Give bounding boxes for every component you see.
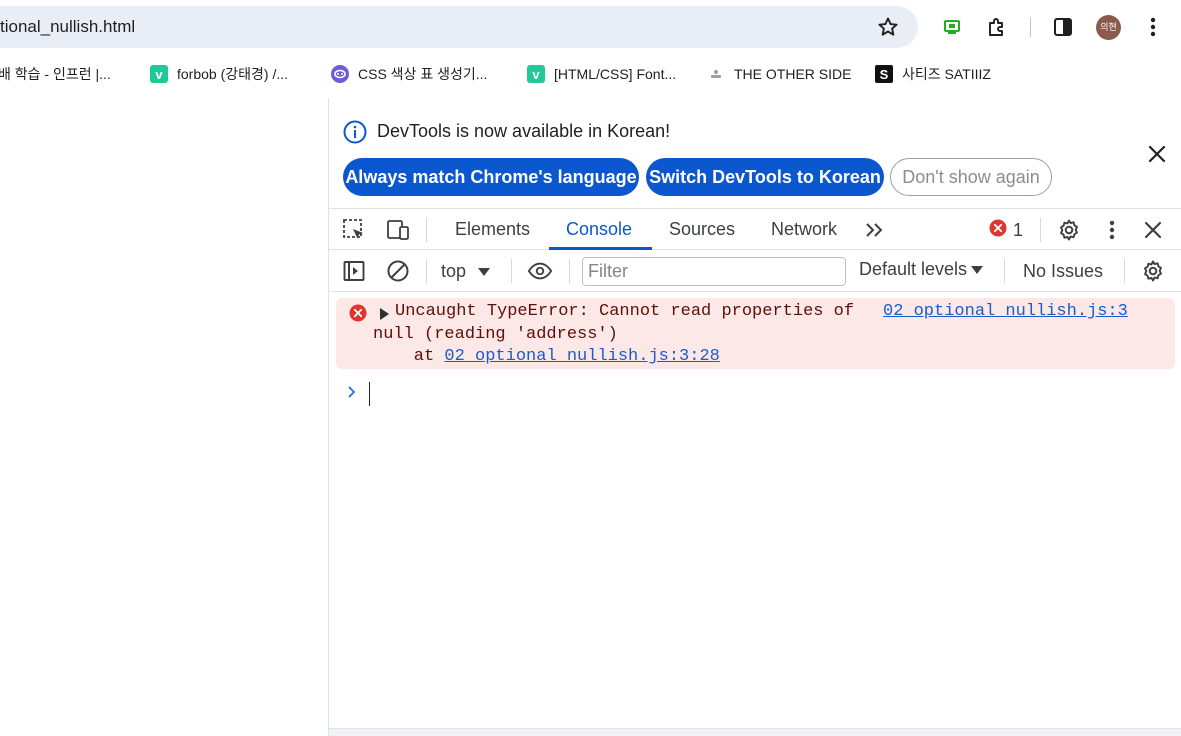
error-count: 1 bbox=[1013, 219, 1024, 240]
error-text: Uncaught TypeError: Cannot read properti… bbox=[373, 301, 854, 369]
more-tabs-icon[interactable] bbox=[862, 217, 888, 243]
tab-separator bbox=[1040, 218, 1041, 242]
device-toolbar-icon[interactable] bbox=[385, 217, 411, 243]
close-infobar-icon[interactable] bbox=[1145, 142, 1169, 166]
language-infobar: DevTools is now available in Korean! Alw… bbox=[329, 98, 1181, 208]
dropdown-arrow-icon bbox=[478, 261, 491, 282]
devtools-tab-bar: Elements Console Sources Network 1 bbox=[329, 208, 1181, 250]
bookmark-item[interactable]: v [HTML/CSS] Font... bbox=[527, 58, 676, 90]
more-options-icon[interactable] bbox=[1099, 217, 1125, 243]
profile-avatar[interactable]: 의현 bbox=[1096, 15, 1121, 40]
log-levels-dropdown[interactable]: Default levels bbox=[859, 259, 984, 280]
bookmark-item[interactable]: THE OTHER SIDE bbox=[707, 58, 851, 90]
velog-favicon: v bbox=[527, 65, 545, 83]
console-toolbar: top Default levels No Issues bbox=[329, 250, 1181, 292]
clear-console-icon[interactable] bbox=[385, 258, 411, 284]
prompt-chevron-icon bbox=[347, 385, 357, 404]
error-counter[interactable]: 1 bbox=[989, 219, 1023, 241]
bookmark-item[interactable]: 배 학습 - 인프런 |... bbox=[0, 58, 111, 90]
console-settings-icon[interactable] bbox=[1140, 258, 1166, 284]
extensions-icon[interactable] bbox=[984, 14, 1010, 40]
devtools-panel: DevTools is now available in Korean! Alw… bbox=[328, 98, 1181, 736]
bookmark-label: forbob (강태경) /... bbox=[177, 66, 288, 82]
bookmark-item[interactable]: CSS 색상 표 생성기... bbox=[331, 58, 487, 90]
satiiiz-favicon: S bbox=[875, 65, 893, 83]
filter-input[interactable] bbox=[583, 258, 845, 285]
tab-network[interactable]: Network bbox=[771, 209, 837, 250]
toolbar-separator bbox=[569, 259, 570, 283]
toolbar-separator bbox=[511, 259, 512, 283]
toolbar-separator bbox=[1004, 259, 1005, 283]
console-error-message: Uncaught TypeError: Cannot read properti… bbox=[336, 298, 1175, 369]
error-line-1: Uncaught TypeError: Cannot read properti… bbox=[395, 302, 855, 321]
switch-to-korean-button[interactable]: Switch DevTools to Korean bbox=[646, 158, 884, 196]
address-bar-url[interactable]: tional_nullish.html bbox=[0, 6, 135, 48]
log-levels-label: Default levels bbox=[859, 259, 968, 279]
context-selector[interactable]: top bbox=[441, 259, 491, 283]
error-icon bbox=[989, 219, 1007, 242]
browser-toolbar: tional_nullish.html 의현 bbox=[0, 0, 1181, 54]
live-expression-eye-icon[interactable] bbox=[527, 258, 553, 284]
console-prompt[interactable] bbox=[347, 384, 357, 404]
tab-sources[interactable]: Sources bbox=[669, 209, 735, 250]
filter-field[interactable] bbox=[582, 257, 846, 286]
dropdown-arrow-icon bbox=[971, 259, 984, 280]
cast-icon[interactable] bbox=[939, 14, 965, 40]
bookmark-item[interactable]: v forbob (강태경) /... bbox=[150, 58, 288, 90]
error-line-2: null (reading 'address') bbox=[373, 324, 618, 344]
tab-separator bbox=[426, 218, 427, 242]
drawer-strip bbox=[329, 728, 1181, 736]
bookmarks-bar: 배 학습 - 인프런 |... v forbob (강태경) /... CSS … bbox=[0, 58, 1181, 90]
velog-favicon: v bbox=[150, 65, 168, 83]
toolbar-separator bbox=[1124, 259, 1125, 283]
tab-elements[interactable]: Elements bbox=[455, 209, 530, 250]
source-location-link[interactable]: 02_optional_nullish.js:3 bbox=[883, 301, 1128, 324]
error-icon bbox=[349, 304, 367, 327]
browser-window: tional_nullish.html 의현 배 학습 - 인프런 |... v… bbox=[0, 0, 1181, 736]
toolbar-separator bbox=[1030, 17, 1031, 37]
bookmark-item[interactable]: S 사티즈 SATIIIZ bbox=[875, 58, 991, 90]
text-caret bbox=[369, 382, 370, 406]
info-icon bbox=[343, 120, 367, 144]
toolbar-separator bbox=[426, 259, 427, 283]
bookmark-label: 사티즈 SATIIIZ bbox=[902, 66, 991, 82]
inspect-element-icon[interactable] bbox=[341, 217, 367, 243]
palette-favicon bbox=[331, 65, 349, 83]
dont-show-again-button[interactable]: Don't show again bbox=[890, 158, 1052, 196]
bookmark-label: 배 학습 - 인프런 |... bbox=[0, 66, 111, 82]
bookmark-label: THE OTHER SIDE bbox=[734, 66, 852, 82]
kebab-menu-icon[interactable] bbox=[1140, 14, 1166, 40]
bookmark-label: [HTML/CSS] Font... bbox=[554, 66, 677, 82]
infobar-message: DevTools is now available in Korean! bbox=[377, 121, 671, 141]
stack-prefix: at bbox=[373, 347, 445, 366]
tab-console[interactable]: Console bbox=[566, 209, 632, 250]
address-bar[interactable] bbox=[0, 6, 918, 48]
side-panel-icon[interactable] bbox=[1050, 14, 1076, 40]
settings-gear-icon[interactable] bbox=[1056, 217, 1082, 243]
always-match-language-button[interactable]: Always match Chrome's language bbox=[343, 158, 639, 196]
page-content bbox=[0, 98, 328, 736]
star-icon[interactable] bbox=[876, 15, 900, 39]
context-label: top bbox=[441, 260, 467, 281]
stack-trace-link[interactable]: 02_optional_nullish.js:3:28 bbox=[444, 347, 719, 366]
show-sidebar-icon[interactable] bbox=[341, 258, 367, 284]
close-devtools-icon[interactable] bbox=[1140, 217, 1166, 243]
bookmark-label: CSS 색상 표 생성기... bbox=[358, 66, 488, 82]
issues-counter[interactable]: No Issues bbox=[1023, 261, 1103, 282]
other-side-favicon bbox=[707, 65, 725, 83]
